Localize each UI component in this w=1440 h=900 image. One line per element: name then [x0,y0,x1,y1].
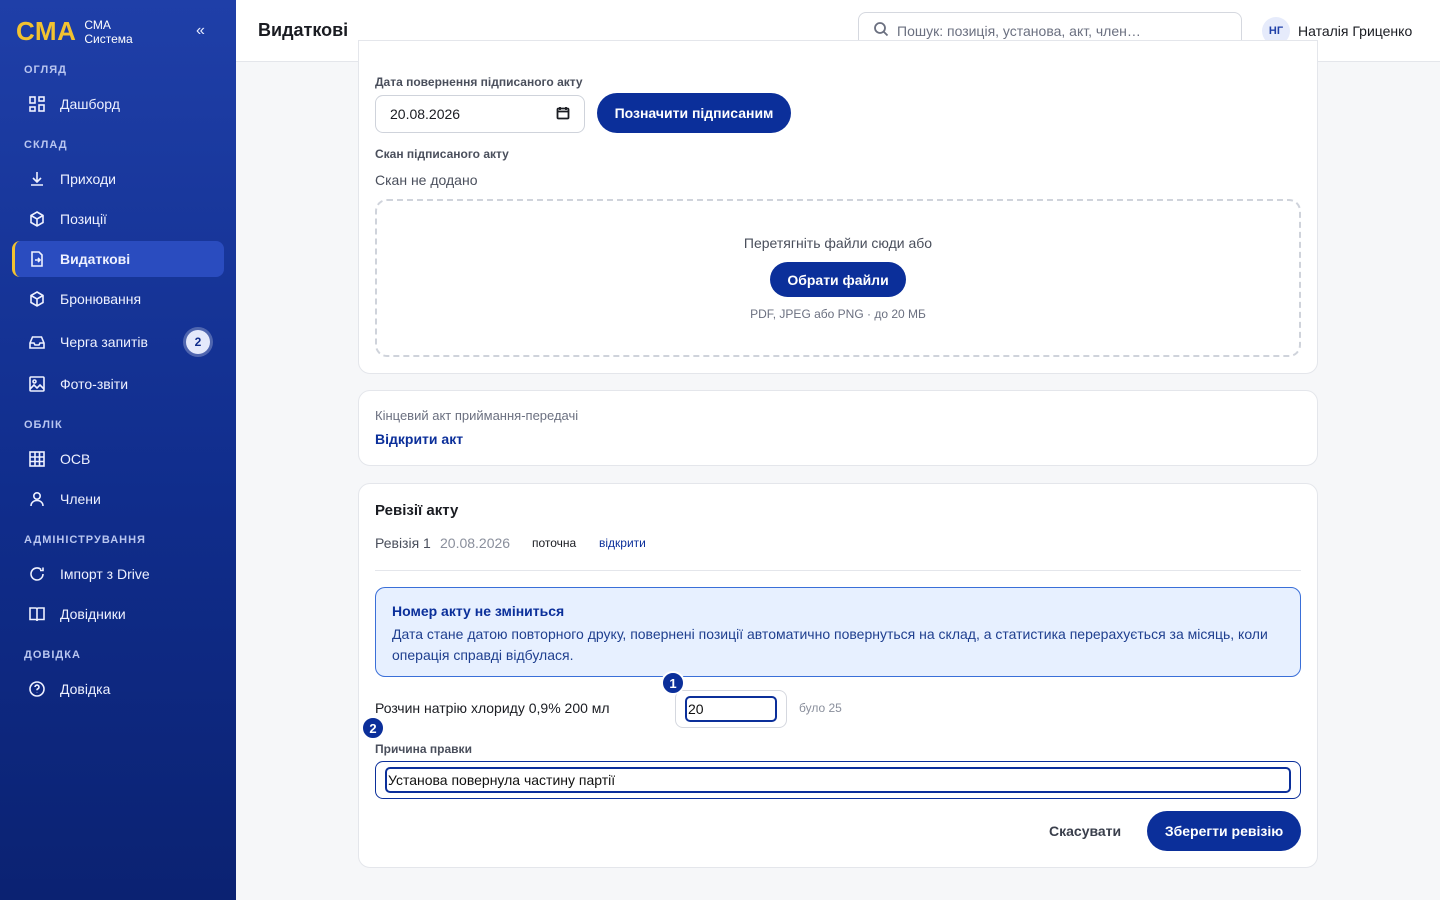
return-date-value: 20.08.2026 [390,106,461,122]
revision-date: 20.08.2026 [440,535,511,551]
refresh-icon [28,565,46,583]
sidebar-item-members[interactable]: Члени [12,481,224,517]
file-dropzone[interactable]: Перетягніть файли сюди або Обрати файли … [375,199,1301,357]
divider [375,570,1301,571]
section-admin: АДМІНІСТРУВАННЯ [24,534,146,546]
info-text: Дата стане датою повторного друку, повер… [392,626,1268,663]
sidebar-item-label: Видаткові [60,251,131,267]
sidebar-item-photo-reports[interactable]: Фото-звіти [12,366,224,402]
brand-name: СМА Система [84,18,132,46]
collapse-sidebar-button[interactable]: « [196,22,205,40]
sidebar-item-label: Приходи [60,171,116,187]
cancel-button[interactable]: Скасувати [1049,823,1121,839]
sidebar-item-reservations[interactable]: Бронювання [12,281,224,317]
return-date-label: Дата повернення підписаного акту [375,75,583,89]
sidebar-item-help[interactable]: Довідка [12,671,224,707]
user-name[interactable]: Наталія Гриценко [1298,23,1412,39]
reason-input[interactable] [385,767,1291,793]
mark-signed-button[interactable]: Позначити підписаним [597,93,791,133]
sidebar-item-dashboard[interactable]: Дашборд [12,86,224,122]
step-marker-2: 2 [361,716,385,740]
book-icon [28,605,46,623]
previous-quantity: було 25 [799,701,842,715]
sidebar-item-label: Позиції [60,211,107,227]
section-warehouse: СКЛАД [24,139,68,151]
sidebar-item-osv[interactable]: ОСВ [12,441,224,477]
sidebar-item-label: Довідники [60,606,126,622]
scan-label: Скан підписаного акту [375,147,509,161]
box-icon [28,290,46,308]
final-act-card [358,390,1318,466]
sidebar-item-outgoing[interactable]: Видаткові [12,241,224,277]
search-icon [873,21,889,42]
sidebar-item-references[interactable]: Довідники [12,596,224,632]
page-title: Видаткові [258,20,349,40]
table-icon [28,450,46,468]
final-act-label: Кінцевий акт приймання-передачі [375,408,579,423]
sidebar-item-label: Черга запитів [60,334,148,350]
sidebar-item-label: Фото-звіти [60,376,129,392]
return-date-input[interactable]: 20.08.2026 [375,95,585,133]
help-circle-icon [28,680,46,698]
image-icon [28,375,46,393]
sidebar-item-label: Довідка [60,681,111,697]
reason-field [375,761,1301,799]
item-name: Розчин натрію хлориду 0,9% 200 мл [375,700,610,716]
open-act-link[interactable]: Відкрити акт [375,431,463,447]
section-help: ДОВІДКА [24,649,81,661]
scan-status: Скан не додано [375,172,478,188]
grid-icon [28,95,46,113]
brand-line2: Система [84,31,133,46]
search-input[interactable] [897,23,1227,39]
sidebar-item-label: Бронювання [60,291,142,307]
queue-count-badge: 2 [186,330,210,354]
box-icon [28,210,46,228]
revision-status: поточна [532,536,577,550]
quantity-field [675,690,787,728]
brand: СМА СМА Система [16,16,133,47]
sidebar-item-incoming[interactable]: Приходи [12,161,224,197]
sidebar-item-label: ОСВ [60,451,91,467]
sidebar-item-queue[interactable]: Черга запитів 2 [12,324,224,360]
info-box: Номер акту не зміниться Дата стане датою… [375,587,1301,677]
step-marker-1: 1 [661,671,685,695]
save-revision-button[interactable]: Зберегти ревізію [1147,811,1301,851]
dropzone-text: Перетягніть файли сюди або [743,235,933,251]
revision-name: Ревізія 1 [375,535,431,551]
document-arrow-icon [28,250,46,268]
download-icon [28,170,46,188]
info-title: Номер акту не зміниться [392,603,565,619]
choose-files-button[interactable]: Обрати файли [770,262,906,297]
reason-label: Причина правки [375,742,472,756]
section-accounting: ОБЛІК [24,419,63,431]
sidebar: СМА СМА Система « ОГЛЯД Дашборд СКЛАД Пр… [0,0,236,900]
sidebar-item-label: Імпорт з Drive [60,566,150,582]
user-icon [28,490,46,508]
inbox-icon [28,333,46,351]
sidebar-item-label: Члени [60,491,101,507]
sidebar-item-positions[interactable]: Позиції [12,201,224,237]
revision-open-link[interactable]: відкрити [599,536,646,550]
sidebar-item-import-drive[interactable]: Імпорт з Drive [12,556,224,592]
section-overview: ОГЛЯД [24,64,67,76]
revisions-title: Ревізії акту [375,502,459,519]
calendar-icon[interactable] [556,106,570,123]
brand-line1: СМА [84,17,111,32]
brand-logo: СМА [16,16,77,46]
dropzone-hint: PDF, JPEG або PNG · до 20 МБ [750,307,926,321]
quantity-input[interactable] [685,696,777,722]
sidebar-item-label: Дашборд [60,96,120,112]
